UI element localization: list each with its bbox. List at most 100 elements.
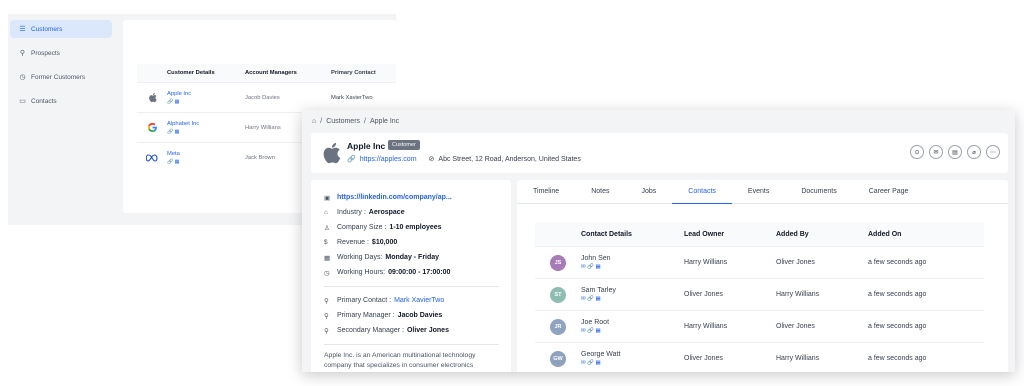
apple-logo-icon [137,92,167,103]
linkedin-icon: ▣ [324,194,331,202]
secondary-manager-value: Oliver Jones [406,327,449,334]
breadcrumb-customers[interactable]: Customers [326,118,360,125]
sidebar-item-prospects[interactable]: ⚲ Prospects [10,44,112,62]
more-icon[interactable]: ⋯ [986,145,1000,159]
contact-row-icons[interactable]: ✉ 🔗 ▦ [581,328,684,334]
sidebar: ☰ Customers ⚲ Prospects ◷ Former Custome… [8,14,121,225]
breadcrumb-separator: / [364,118,366,125]
sidebar-item-label: Prospects [31,49,60,57]
working-hours-label: Working Hours: [337,269,386,276]
divider [324,286,499,287]
breadcrumb: ⌂ / Customers / Apple Inc [312,118,399,125]
row-icons[interactable]: 🔗 ▦ [167,99,245,105]
table-header: Contact Details Lead Owner Added By Adde… [535,222,984,246]
email-icon[interactable]: ✉ [929,145,943,159]
avatar: JS [550,254,566,271]
added-on: a few seconds ago [868,355,927,362]
tab-contacts[interactable]: Contacts [672,180,732,204]
tab-bar: Timeline Notes Jobs Contacts Events Docu… [517,180,1008,204]
primary-contact-row: ⚲ Primary Contact : Mark XavierTwo [311,293,511,308]
sidebar-item-label: Former Customers [31,73,86,81]
company-size-label: Company Size : [337,224,387,231]
primary-contact: Mark XavierTwo [331,94,373,101]
tabs-card: Timeline Notes Jobs Contacts Events Docu… [517,180,1008,372]
avatar: GW [550,350,566,367]
revenue-value: $10,000 [371,239,398,246]
contact-row-icons[interactable]: ✉ 🔗 ▦ [581,360,684,366]
customer-name-link[interactable]: Meta [167,151,245,157]
website-link[interactable]: https://apples.com [360,156,417,163]
account-manager: Jacob Davies [245,94,280,101]
added-by: Harry Willians [776,291,820,298]
breadcrumb-separator: / [320,118,323,125]
history-icon: ◷ [19,74,26,81]
table-row[interactable]: JR Joe Root ✉ 🔗 ▦ Harry Willians Oliver Jone… [535,310,984,342]
primary-contact-link[interactable]: Mark XavierTwo [394,297,444,304]
contact-name[interactable]: George Watt [581,351,620,358]
company-size-row: ♙ Company Size : 1-10 employees [311,220,511,235]
header-actions: ⊙ ✉ ▤ ⌀ ⋯ [910,145,1000,159]
column-header: Customer Details [167,70,215,76]
industry-row: ⌂ Industry : Aerospace [311,205,511,220]
id-card-icon: ▭ [19,98,26,105]
row-icons[interactable]: 🔗 ▦ [167,129,245,135]
apple-logo-icon [321,141,341,165]
meta-logo-icon [137,153,167,162]
company-header: Apple Inc Customer 🔗 https://apples.com … [311,133,1008,173]
tab-jobs[interactable]: Jobs [626,180,673,204]
attachment-icon[interactable]: ⌀ [967,145,981,159]
sidebar-item-contacts[interactable]: ▭ Contacts [10,92,112,110]
contact-name[interactable]: Sam Tarley [581,287,616,294]
customer-name-link[interactable]: Apple Inc [167,91,245,97]
tab-documents[interactable]: Documents [785,180,852,204]
working-days-row: ▦ Working Days: Monday - Friday [311,250,511,265]
contact-row-icons[interactable]: ✉ 🔗 ▦ [581,264,684,270]
added-by: Oliver Jones [776,323,815,330]
table-row[interactable]: JS John Sen ✉ 🔗 ▦ Harry Willians Oliver Jone… [535,246,984,278]
contact-name[interactable]: Joe Root [581,319,609,326]
added-by: Harry Willians [776,355,820,362]
sidebar-item-customers[interactable]: ☰ Customers [10,20,112,38]
clock-icon: ◷ [324,269,330,277]
person-icon: ⚲ [324,327,329,335]
tab-timeline[interactable]: Timeline [517,180,575,204]
avatar: ST [550,286,566,303]
primary-manager-label: Primary Manager : [337,312,395,319]
row-icons[interactable]: 🔗 ▦ [167,159,245,165]
contact-row-icons[interactable]: ✉ 🔗 ▦ [581,296,684,302]
note-icon[interactable]: ▤ [948,145,962,159]
tab-events[interactable]: Events [732,180,785,204]
company-meta: 🔗 https://apples.com ⊘ Abc Street, 12 Ro… [347,155,581,164]
table-row[interactable]: Apple Inc 🔗 ▦ Jacob Davies Mark XavierTw… [137,82,396,112]
added-on: a few seconds ago [868,291,927,298]
breadcrumb-current: Apple Inc [369,118,400,125]
chat-icon[interactable]: ⊙ [910,145,924,159]
company-size-value: 1-10 employees [389,224,442,231]
company-name: Apple Inc [347,141,386,151]
revenue-row: $ Revenue : $10,000 [311,235,511,250]
working-days-value: Monday - Friday [385,254,440,261]
tag-icon: ⌂ [324,209,328,216]
lead-owner: Harry Willians [684,259,728,266]
column-header: Lead Owner [684,230,725,238]
lead-owner: Oliver Jones [684,291,723,298]
people-icon: ♙ [324,224,330,232]
avatar: JR [550,318,566,335]
tab-notes[interactable]: Notes [575,180,625,204]
customer-name-link[interactable]: Alphabet Inc [167,121,245,127]
primary-manager-value: Jacob Davies [397,312,443,319]
working-days-label: Working Days: [337,254,383,261]
company-address: Abc Street, 12 Road, Anderson, United St… [438,155,581,163]
table-row[interactable]: ST Sam Tarley ✉ 🔗 ▦ Oliver Jones Harry Willi… [535,278,984,310]
table-row[interactable]: GW George Watt ✉ 🔗 ▦ Oliver Jones Harry Will… [535,342,984,372]
linkedin-row: ▣ https://linkedin.com/company/ap... [311,190,511,205]
person-icon: ⚲ [19,50,26,57]
contact-name[interactable]: John Sen [581,255,611,262]
sidebar-item-former-customers[interactable]: ◷ Former Customers [10,68,112,86]
home-icon[interactable]: ⌂ [312,118,316,125]
added-by: Oliver Jones [776,259,815,266]
divider [324,344,499,345]
column-header: Contact Details [581,230,632,238]
tab-career-page[interactable]: Career Page [853,180,925,204]
linkedin-link[interactable]: https://linkedin.com/company/ap... [337,194,452,201]
